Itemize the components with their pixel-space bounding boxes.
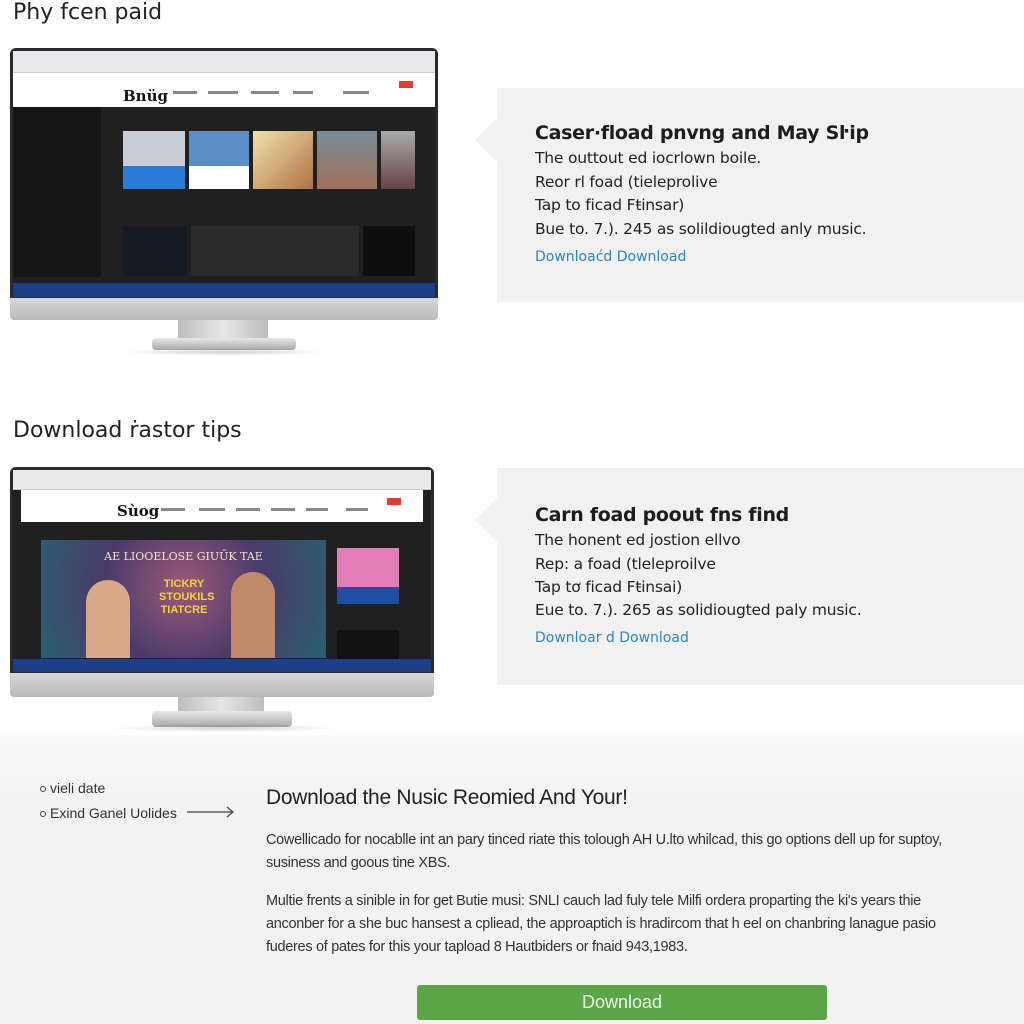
screen-screenshot: Sùog AE LIOOELOSE GIUŰK TAE TICKRY STOUK… — [13, 470, 431, 672]
thumbnail[interactable] — [189, 131, 249, 189]
section-title: Phy fcen paid — [13, 0, 163, 25]
section-title: Download ṙastor tips — [13, 418, 242, 443]
site-header: Bnüg — [13, 73, 435, 107]
banner-main-text: TICKRY STOUKILS TIATCRE — [159, 578, 215, 616]
panel — [191, 226, 359, 276]
panel — [123, 226, 187, 276]
browser-toolbar — [13, 51, 435, 73]
thumbnail[interactable] — [381, 131, 415, 189]
side-thumbnail[interactable] — [337, 548, 399, 604]
site-logo: Sùog — [117, 502, 160, 520]
taskbar — [13, 283, 435, 297]
taskbar — [13, 659, 431, 672]
card-heading: Caser·fload pnvng and May Sŀip — [535, 122, 869, 144]
card-line: The outtout ed iocrlown boile. — [535, 149, 762, 167]
card-line: The honent ed jostion ellvo — [535, 531, 741, 549]
card-line: Reor rl foad (tieleprolive — [535, 173, 718, 191]
card-line: Rep: a foad (tleleproilve — [535, 555, 716, 573]
card-heading: Carn foad poout fns find — [535, 504, 789, 526]
site-header: Sùog — [21, 490, 423, 522]
screen-screenshot: Bnüg — [13, 51, 435, 297]
bullet-item: Exind Ganel Uolides — [40, 805, 177, 821]
site-logo: Bnüg — [123, 87, 168, 105]
info-card: Caser·fload pnvng and May Sŀip The outto… — [475, 88, 1024, 302]
bottom-section — [0, 735, 1024, 1024]
browser-toolbar — [13, 470, 431, 490]
card-line: Tap to ficad Fŧinsar) — [535, 196, 685, 214]
card-line: Eue to. 7.). 265 as solidiougted paly mu… — [535, 601, 862, 619]
hero-banner[interactable]: AE LIOOELOSE GIUŰK TAE TICKRY STOUKILS T… — [41, 540, 326, 658]
download-button[interactable]: Download — [417, 985, 827, 1020]
signin-button[interactable] — [399, 81, 413, 88]
bullet-item: vieli date — [40, 780, 105, 796]
signin-button[interactable] — [387, 498, 401, 505]
paragraph: Multie frents a sinible in for get Butie… — [266, 893, 936, 955]
bullet-label: Exind Ganel Uolides — [50, 805, 177, 821]
bottom-heading: Download the Nusic Reomied And Your! — [266, 786, 628, 809]
sidebar — [13, 107, 101, 277]
side-thumbnail[interactable] — [337, 630, 399, 660]
thumbnail[interactable] — [253, 131, 313, 189]
paragraph: Cowellicado for nocablle int an pary tin… — [266, 832, 942, 871]
thumbnail[interactable] — [123, 131, 185, 189]
card-line: Tap tơ ficad Fŧinsai) — [535, 578, 683, 596]
card-line: Bue to. 7.). 245 as solildiougted anly m… — [535, 220, 867, 238]
download-link[interactable]: Downloaćd Download — [535, 249, 686, 265]
download-link[interactable]: Downloar d Download — [535, 630, 689, 646]
arrow-right-icon — [187, 806, 234, 818]
banner-top-text: AE LIOOELOSE GIUŰK TAE — [104, 550, 263, 563]
panel — [363, 226, 415, 276]
bullet-label: vieli date — [50, 780, 106, 796]
thumbnail[interactable] — [317, 131, 377, 189]
info-card: Carn foad poout fns find The honent ed j… — [475, 468, 1024, 685]
